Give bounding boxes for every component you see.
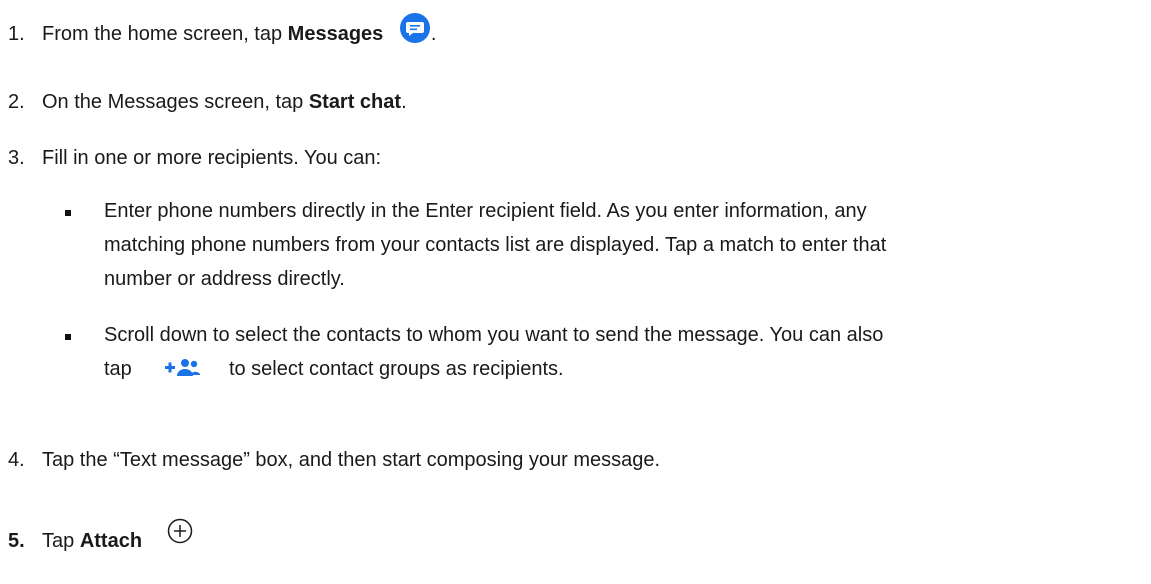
messages-app-icon: [399, 12, 430, 43]
step-bold-attach: Attach: [79, 530, 143, 552]
step-text-post: .: [401, 91, 407, 113]
step-3: 3. Fill in one or more recipients. You c…: [8, 144, 1128, 174]
step-text: Tap Attach: [42, 518, 194, 555]
add-circle-icon: [167, 518, 192, 543]
step-bold-start-chat: Start chat: [308, 91, 402, 113]
bullet-2-line-1: Scroll down to select the contacts to wh…: [104, 324, 884, 346]
step-4: 4. Tap the “Text message” box, and then …: [8, 446, 1128, 476]
bullet-1-line-3: number or address directly.: [104, 268, 345, 290]
step-text-pre: From the home screen, tap: [42, 23, 288, 45]
step-text: On the Messages screen, tap Start chat.: [42, 88, 407, 116]
step-bold-messages: Messages: [287, 23, 384, 45]
step-text: Fill in one or more recipients. You can:: [42, 147, 382, 169]
step-number: 2.: [8, 91, 25, 113]
step-text: From the home screen, tap Messages .: [42, 12, 437, 48]
step-5: 5. Tap Attach: [8, 518, 1128, 560]
step-number: 5.: [8, 530, 25, 552]
bullet-1-line-2: matching phone numbers from your contact…: [104, 234, 887, 256]
bullet-marker: [65, 210, 71, 216]
step-text: Tap the “Text message” box, and then sta…: [42, 449, 661, 471]
bullet-2-line-2: tap to select contact groups as recipien…: [104, 355, 1104, 383]
instruction-document: 1. From the home screen, tap Messages . …: [0, 0, 1151, 584]
bullet-2-tap: tap: [104, 358, 132, 380]
bullet-2-text: to select contact groups as recipients.: [228, 358, 564, 380]
bullet-marker: [65, 334, 71, 340]
step-number: 4.: [8, 449, 25, 471]
step-text-pre: Tap: [42, 530, 80, 552]
bullet-1-line-1: Enter phone numbers directly in the Ente…: [104, 200, 867, 222]
step-text-post: .: [430, 23, 437, 45]
step-number: 3.: [8, 147, 25, 169]
step-1: 1. From the home screen, tap Messages .: [8, 12, 1128, 50]
add-group-icon: [165, 358, 201, 376]
step-text-pre: On the Messages screen, tap: [42, 91, 309, 113]
step-2: 2. On the Messages screen, tap Start cha…: [8, 88, 1128, 118]
step-number: 1.: [8, 23, 25, 45]
